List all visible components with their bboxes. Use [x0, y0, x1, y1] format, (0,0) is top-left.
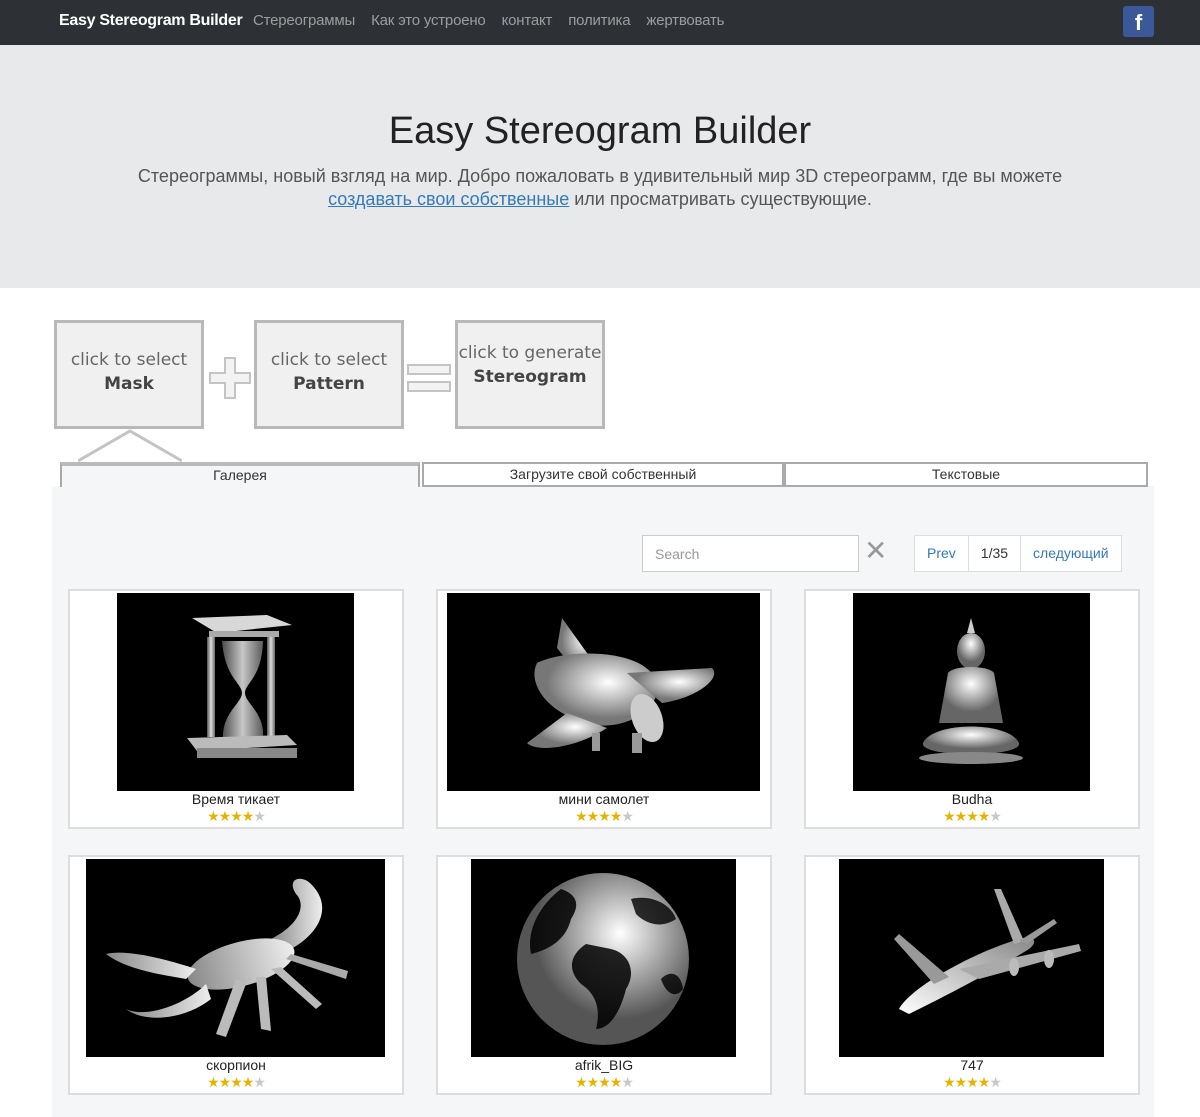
nav-link-contact[interactable]: контакт	[502, 12, 553, 29]
gallery-card[interactable]: Время тикает ★★★★★	[68, 589, 404, 829]
globe-icon	[471, 859, 736, 1057]
top-navbar: Easy Stereogram Builder Стереограммы Как…	[0, 0, 1200, 45]
brand-link[interactable]: Easy Stereogram Builder	[59, 12, 243, 30]
equals-icon	[406, 362, 452, 399]
card-title: мини самолет	[558, 791, 650, 807]
tab-gallery[interactable]: Галерея	[60, 462, 420, 487]
nav-link-policy[interactable]: политика	[568, 12, 630, 29]
star-rating: ★★★★★	[575, 1074, 634, 1090]
card-title: afrik_BIG	[574, 1057, 634, 1073]
search-input[interactable]	[642, 535, 859, 572]
card-title: скорпион	[206, 1057, 266, 1073]
generate-label: click to generate	[458, 343, 602, 363]
star-rating: ★★★★★	[575, 808, 634, 824]
hourglass-icon	[117, 593, 354, 791]
intro-text: Стереограммы, новый взгляд на мир. Добро…	[80, 165, 1120, 211]
plus-icon	[208, 356, 252, 405]
nav-link-how-it-works[interactable]: Как это устроено	[371, 12, 486, 29]
gallery-card[interactable]: Budha ★★★★★	[804, 589, 1140, 829]
page-title: Easy Stereogram Builder	[388, 110, 812, 152]
select-pattern-button[interactable]: click to select Pattern	[254, 320, 404, 429]
select-pattern-label: click to select	[270, 350, 388, 370]
nav-links: Стереограммы Как это устроено контакт по…	[253, 12, 740, 29]
nav-link-stereograms[interactable]: Стереограммы	[253, 12, 355, 29]
tab-text[interactable]: Текстовые	[784, 462, 1148, 487]
next-page-button[interactable]: следующий	[1021, 536, 1120, 571]
prev-page-button[interactable]: Prev	[915, 536, 969, 571]
select-mask-label: click to select	[70, 350, 188, 370]
generate-title: Stereogram	[473, 367, 587, 387]
facebook-icon[interactable]: f	[1123, 6, 1154, 37]
tab-upload-own[interactable]: Загрузите свой собственный	[422, 462, 784, 487]
gallery-card[interactable]: 747 ★★★★★	[804, 855, 1140, 1095]
select-mask-button[interactable]: click to select Mask	[54, 320, 204, 429]
card-title: Budha	[951, 791, 993, 807]
generate-stereogram-button[interactable]: click to generate Stereogram	[455, 320, 605, 429]
star-rating: ★★★★★	[207, 1074, 266, 1090]
star-rating: ★★★★★	[207, 808, 266, 824]
create-own-link[interactable]: создавать свои собственные	[328, 189, 569, 209]
star-rating: ★★★★★	[943, 1074, 1002, 1090]
toy-plane-icon	[447, 593, 760, 791]
pagination: Prev 1/35 следующий	[914, 535, 1122, 572]
page-indicator: 1/35	[969, 536, 1022, 571]
card-title: Время тикает	[191, 791, 281, 807]
card-title: 747	[960, 1057, 984, 1073]
gallery-card[interactable]: скорпион ★★★★★	[68, 855, 404, 1095]
hero-banner: Easy Stereogram Builder Стереограммы, но…	[0, 45, 1200, 288]
star-rating: ★★★★★	[943, 808, 1002, 824]
intro-text-start: Стереограммы, новый взгляд на мир. Добро…	[137, 166, 1063, 186]
nav-link-donate[interactable]: жертвовать	[646, 12, 724, 29]
clear-search-icon[interactable]: ✕	[864, 536, 887, 566]
gallery-card[interactable]: мини самолет ★★★★★	[436, 589, 772, 829]
select-pattern-title: Pattern	[293, 374, 365, 394]
select-mask-title: Mask	[104, 374, 154, 394]
scorpion-icon	[86, 859, 385, 1057]
gallery-card[interactable]: afrik_BIG ★★★★★	[436, 855, 772, 1095]
intro-text-end: или просматривать существующие.	[569, 189, 872, 209]
airliner-icon	[839, 859, 1104, 1057]
buddha-icon	[853, 593, 1090, 791]
